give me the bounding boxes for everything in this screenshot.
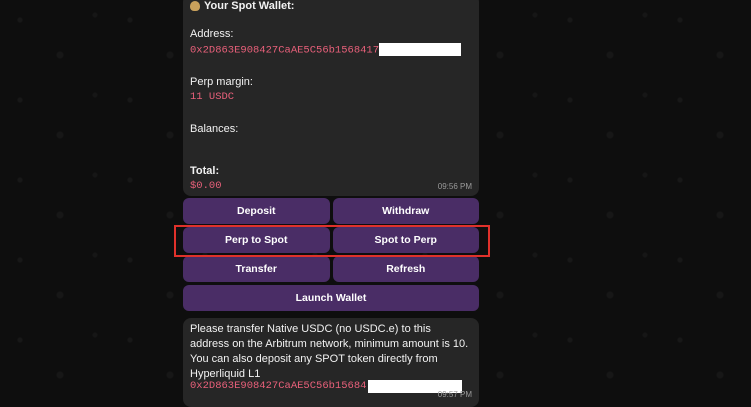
- wallet-title-text: Your Spot Wallet:: [204, 0, 295, 12]
- perp-margin-value: 11 USDC: [190, 91, 235, 104]
- transfer-message: Please transfer Native USDC (no USDC.e) …: [183, 318, 479, 407]
- keyboard-row: Perp to Spot Spot to Perp: [183, 227, 479, 253]
- address-label: Address:: [190, 28, 234, 40]
- perp-to-spot-button[interactable]: Perp to Spot: [183, 227, 330, 253]
- address-row: 0x2D863E908427CaAE5C56b15684: [190, 379, 463, 394]
- redaction-box: [379, 43, 462, 56]
- transfer-instructions: Please transfer Native USDC (no USDC.e) …: [190, 323, 469, 380]
- withdraw-button[interactable]: Withdraw: [332, 198, 479, 224]
- address-value[interactable]: 0x2D863E908427CaAE5C56b1568417: [190, 44, 379, 56]
- total-label: Total:: [190, 165, 220, 178]
- deposit-button[interactable]: Deposit: [183, 198, 330, 224]
- inline-keyboard: Deposit Withdraw Perp to Spot Spot to Pe…: [183, 198, 479, 314]
- keyboard-row: Deposit Withdraw: [183, 198, 479, 224]
- balances-label: Balances:: [190, 123, 239, 136]
- wallet-message: Your Spot Wallet: Address: 0x2D863E90842…: [183, 0, 479, 196]
- spot-to-perp-button[interactable]: Spot to Perp: [332, 227, 479, 253]
- total-value: $0.00: [190, 180, 222, 193]
- address-row: 0x2D863E908427CaAE5C56b1568417: [190, 43, 472, 56]
- perp-margin-label: Perp margin:: [190, 76, 253, 89]
- address-value[interactable]: 0x2D863E908427CaAE5C56b15684: [190, 379, 366, 394]
- wallet-title: Your Spot Wallet:: [190, 0, 472, 12]
- message-time: 09:57 PM: [437, 390, 472, 399]
- keyboard-row: Launch Wallet: [183, 285, 479, 311]
- refresh-button[interactable]: Refresh: [332, 256, 479, 282]
- money-bag-icon: [190, 1, 200, 11]
- keyboard-row: Transfer Refresh: [183, 256, 479, 282]
- launch-wallet-button[interactable]: Launch Wallet: [183, 285, 479, 311]
- transfer-button[interactable]: Transfer: [183, 256, 330, 282]
- message-time: 09:56 PM: [437, 182, 472, 191]
